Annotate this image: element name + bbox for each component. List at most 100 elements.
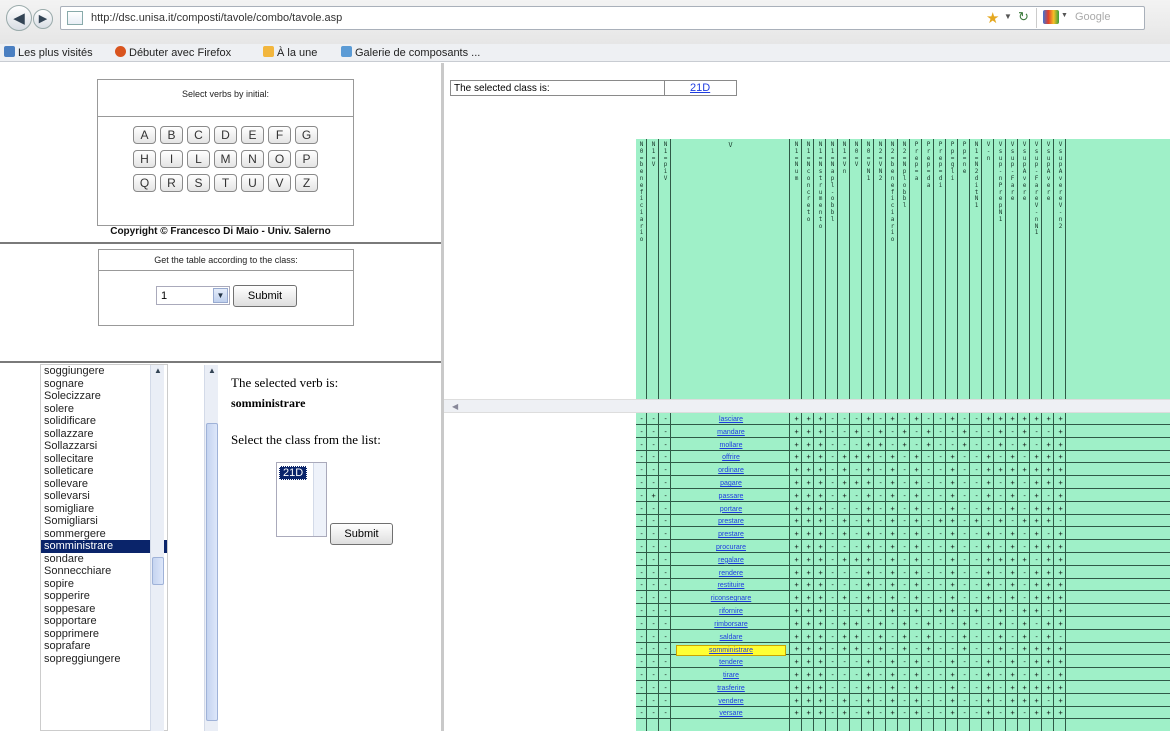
verb-list-item[interactable]: soggiungere [41,365,167,378]
scroll-up-icon[interactable]: ▲ [152,365,164,377]
verb-list-item[interactable]: Somigliarsi [41,515,167,528]
initial-button-o[interactable]: O [268,150,291,168]
forward-button[interactable]: ▶ [33,9,53,29]
verb-link[interactable]: tendere [676,658,786,667]
verb-link[interactable]: portare [676,505,786,514]
verb-list-scrollbar[interactable]: ▲ [150,365,164,731]
verb-link[interactable]: passare [676,492,786,501]
initial-button-f[interactable]: F [268,126,291,144]
scroll-up-icon[interactable]: ▲ [206,365,218,377]
scroll-thumb[interactable] [206,423,218,721]
class-select[interactable]: 1 ▼ [156,286,230,305]
initial-button-z[interactable]: Z [295,174,318,192]
verb-list-item[interactable]: sollevare [41,478,167,491]
verb-link[interactable]: mollare [676,441,786,450]
table-cell-mark: + [986,479,991,487]
verb-link[interactable]: riconsegnare [676,594,786,603]
star-icon[interactable]: ★ [986,9,999,27]
verb-link[interactable]: procurare [676,543,786,552]
bookmark-headlines[interactable]: À la une [263,46,317,59]
listbox-scrollbar[interactable] [313,463,326,536]
header-scrollbar[interactable]: ◀ [444,399,1170,413]
initial-button-t[interactable]: T [214,174,237,192]
initial-button-a[interactable]: A [133,126,156,144]
initial-button-v[interactable]: V [268,174,291,192]
initial-button-b[interactable]: B [160,126,183,144]
initial-button-s[interactable]: S [187,174,210,192]
verb-link[interactable]: regalare [676,556,786,565]
verb-link[interactable]: versare [676,709,786,718]
verb-link[interactable]: saldare [676,633,786,642]
initial-button-l[interactable]: L [187,150,210,168]
reload-icon[interactable]: ↻ [1018,9,1029,25]
verb-list-item[interactable]: sondare [41,553,167,566]
verb-list-item[interactable]: soppesare [41,603,167,616]
bookmark-web-slice-gallery[interactable]: Galerie de composants ... [341,46,480,59]
initial-button-u[interactable]: U [241,174,264,192]
verb-link[interactable]: pagare [676,479,786,488]
verb-link[interactable]: tirare [676,671,786,680]
search-box[interactable]: ▼ Google [1036,8,1166,28]
verb-list-item[interactable]: sollevarsi [41,490,167,503]
initial-button-p[interactable]: P [295,150,318,168]
verb-submit-button[interactable]: Submit [330,523,393,545]
verb-list-item[interactable]: sollecitare [41,453,167,466]
verb-link[interactable]: ordinare [676,466,786,475]
verb-list-item[interactable]: somigliare [41,503,167,516]
scroll-thumb[interactable] [152,557,164,585]
verb-list-item[interactable]: Solecizzare [41,390,167,403]
initial-button-n[interactable]: N [241,150,264,168]
verb-link[interactable]: lasciare [676,415,786,424]
bookmark-getting-started[interactable]: Débuter avec Firefox [115,46,231,59]
initial-button-q[interactable]: Q [133,174,156,192]
dropdown-arrow-icon[interactable]: ▼ [1004,12,1012,21]
table-cell-mark: - [986,427,991,436]
table-cell-mark: + [890,594,895,603]
initial-button-m[interactable]: M [214,150,237,168]
verb-link[interactable]: rendere [676,569,786,578]
verb-list-item[interactable]: sollazzare [41,428,167,441]
class-submit-button[interactable]: Submit [233,285,297,307]
search-engine-dropdown-icon[interactable]: ▼ [1061,12,1068,19]
verb-list-item[interactable]: somministrare [41,540,167,553]
verb-list-item[interactable]: sopreggiungere [41,653,167,666]
initial-button-g[interactable]: G [295,126,318,144]
verb-link[interactable]: rimborsare [676,620,786,629]
verb-list-item[interactable]: sopperire [41,590,167,603]
verb-list-item[interactable]: sopportare [41,615,167,628]
verb-list[interactable]: soggiungere sognare Solecizzare solere solid… [40,364,168,731]
verb-list-item[interactable]: sopprimere [41,628,167,641]
initial-button-c[interactable]: C [187,126,210,144]
class-listbox[interactable]: 21D [276,462,327,537]
initial-button-d[interactable]: D [214,126,237,144]
verb-link[interactable]: somministrare [676,645,786,657]
verb-link[interactable]: mandare [676,428,786,437]
verb-list-item[interactable]: sommergere [41,528,167,541]
verb-list-item[interactable]: solleticare [41,465,167,478]
selected-class-value[interactable]: 21D [690,82,710,94]
verb-link[interactable]: prestare [676,517,786,526]
verb-link[interactable]: vendere [676,697,786,706]
initial-button-i[interactable]: I [160,150,183,168]
class-option-selected[interactable]: 21D [279,466,308,480]
scroll-left-icon[interactable]: ◀ [452,402,458,411]
verb-link[interactable]: restituire [676,581,786,590]
verb-list-item[interactable]: sognare [41,378,167,391]
initial-button-h[interactable]: H [133,150,156,168]
bookmark-most-visited[interactable]: Les plus visités [4,46,93,59]
verb-link[interactable]: offrire [676,453,786,462]
verb-link[interactable]: prestare [676,530,786,539]
verb-info-scrollbar[interactable]: ▲ [204,365,218,731]
initial-button-r[interactable]: R [160,174,183,192]
verb-link[interactable]: trasferire [676,684,786,693]
verb-list-item[interactable]: solidificare [41,415,167,428]
verb-list-item[interactable]: soprafare [41,640,167,653]
verb-list-item[interactable]: Sonnecchiare [41,565,167,578]
initial-button-e[interactable]: E [241,126,264,144]
verb-list-item[interactable]: sopire [41,578,167,591]
back-button[interactable]: ◀ [6,5,32,31]
verb-link[interactable]: rifornire [676,607,786,616]
address-bar[interactable]: http://dsc.unisa.it/composti/tavole/comb… [60,6,1145,30]
verb-list-item[interactable]: Sollazzarsi [41,440,167,453]
verb-list-item[interactable]: solere [41,403,167,416]
